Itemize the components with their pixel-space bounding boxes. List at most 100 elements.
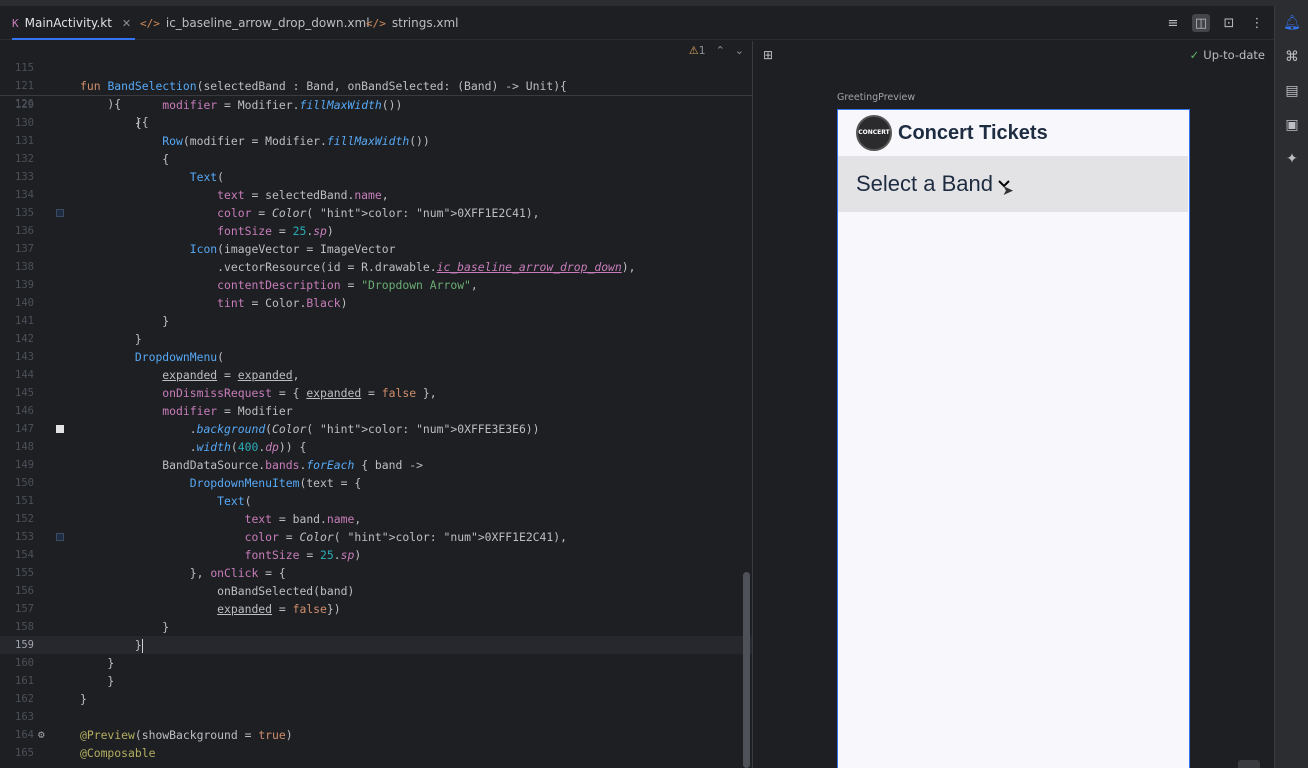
previous-highlight-icon[interactable]: ⌃ [716, 44, 725, 57]
line-number: 161 [15, 675, 34, 687]
code-line: 136 fontSize = 25.sp) [0, 222, 752, 240]
color-swatch-icon[interactable] [56, 209, 64, 217]
line-number: 165 [15, 747, 34, 759]
line-number: 152 [15, 513, 34, 525]
line-number: 159 [15, 639, 34, 651]
code-text: BandDataSource.bands.forEach { band -> [80, 458, 423, 472]
tab-label: strings.xml [391, 16, 459, 30]
code-text: .width(400.dp)) { [80, 440, 307, 454]
preview-device-frame[interactable]: CONCERT Concert Tickets Select a Band ➤ [837, 109, 1190, 768]
code-line: 159 } [0, 636, 752, 654]
code-line: 154 fontSize = 25.sp) [0, 546, 752, 564]
color-swatch-icon[interactable] [56, 425, 64, 433]
code-line: 138 .vectorResource(id = R.drawable.ic_b… [0, 258, 752, 276]
line-number: 134 [15, 189, 34, 201]
tab-label: ic_baseline_arrow_drop_down.xml [165, 16, 370, 30]
code-text: @Composable [80, 746, 156, 760]
code-text: { [80, 152, 170, 166]
notifications-icon[interactable]: 🔔︎ [1275, 6, 1308, 40]
code-text: DropdownMenuItem(text = { [189, 476, 362, 490]
line-number: 138 [15, 261, 34, 273]
more-options-icon[interactable]: ⋮ [1248, 14, 1266, 32]
code-line: 142 } [0, 330, 752, 348]
code-line: 133 Text( [0, 168, 752, 186]
code-editor[interactable]: 115 fun BandSelection(selectedBand : Ban… [0, 41, 752, 768]
gemini-icon[interactable]: ✦ [1275, 142, 1308, 176]
code-text: } [80, 692, 87, 706]
code-line: 151 Text( [0, 492, 752, 510]
code-text: } [80, 332, 142, 346]
code-text: Text( [189, 170, 225, 184]
code-line: 165 @Composable [0, 744, 752, 762]
code-line: 137 Icon(imageVector = ImageVector [0, 240, 752, 258]
line-number: 150 [15, 477, 34, 489]
tab-mainactivity[interactable]: K MainActivity.kt ✕ [12, 6, 136, 40]
code-text: .vectorResource(id = R.drawable.ic_basel… [80, 260, 636, 274]
line-number: 149 [15, 459, 34, 471]
mouse-cursor-icon: ➤ [1002, 183, 1014, 199]
line-number: 137 [15, 243, 34, 255]
preview-zoom-handle[interactable] [1238, 760, 1260, 768]
code-text: onBandSelected(band) [80, 584, 355, 598]
code-text: } [80, 620, 170, 634]
line-number: 143 [15, 351, 34, 363]
line-number: 142 [15, 333, 34, 345]
line-number: 164 [15, 729, 34, 741]
code-line: 156 onBandSelected(band) [0, 582, 752, 600]
warning-count: 1 [698, 44, 706, 57]
warning-icon: ⚠ [688, 44, 699, 57]
color-swatch-icon[interactable] [56, 533, 64, 541]
design-view-icon[interactable]: ⊡ [1220, 14, 1238, 32]
code-line: 148 .width(400.dp)) { [0, 438, 752, 456]
line-number: 158 [15, 621, 34, 633]
code-line: 157 expanded = false}) [0, 600, 752, 618]
split-view-icon[interactable]: ◫ [1192, 14, 1210, 32]
line-number: 155 [15, 567, 34, 579]
code-line: 149 BandDataSource.bands.forEach { band … [0, 456, 752, 474]
code-line: 143 DropdownMenu( [0, 348, 752, 366]
code-line: 135 color = Color( "hint">color: "num">0… [0, 204, 752, 222]
code-line: 150 DropdownMenuItem(text = { [0, 474, 752, 492]
concert-logo: CONCERT [856, 115, 892, 151]
code-text: ){ [80, 97, 122, 111]
line-number: 139 [15, 279, 34, 291]
sticky-scroll-header: 115 fun BandSelection(selectedBand : Ban… [0, 41, 752, 129]
code-text: } [80, 656, 115, 670]
preview-layout-icon[interactable]: ⊞ [763, 48, 773, 62]
code-text: } [80, 314, 170, 328]
code-text: expanded = false}) [217, 602, 341, 616]
code-text: ){ [80, 115, 149, 129]
editor-scrollbar[interactable] [743, 572, 750, 768]
next-highlight-icon[interactable]: ⌄ [735, 44, 744, 57]
gear-icon[interactable]: ⚙ [38, 726, 46, 741]
code-view-icon[interactable]: ≡ [1164, 14, 1182, 32]
code-text: modifier = Modifier [162, 404, 293, 418]
tab-strings[interactable]: </> strings.xml [366, 6, 459, 40]
check-icon: ✓ [1189, 48, 1200, 62]
code-line: 158 } [0, 618, 752, 636]
app-title: Concert Tickets [898, 121, 1048, 144]
band-select-label: Select a Band [856, 171, 993, 196]
line-number: 141 [15, 315, 34, 327]
code-line: 155 }, onClick = { [0, 564, 752, 582]
code-line: 134 text = selectedBand.name, [0, 186, 752, 204]
running-devices-icon[interactable]: ▣ [1275, 108, 1308, 142]
view-mode-toolbar: ≡ ◫ ⊡ ⋮ [1164, 6, 1266, 40]
close-icon[interactable]: ✕ [122, 17, 131, 30]
code-line: 145 onDismissRequest = { expanded = fals… [0, 384, 752, 402]
line-number: 136 [15, 225, 34, 237]
code-line: 162} [0, 690, 752, 708]
tab-ic-baseline-arrow[interactable]: </> ic_baseline_arrow_drop_down.xml [140, 6, 370, 40]
line-number: 151 [15, 495, 34, 507]
code-text: onDismissRequest = { expanded = false }, [162, 386, 437, 400]
line-number: 162 [15, 693, 34, 705]
code-text: tint = Color.Black) [217, 296, 348, 310]
gradle-icon[interactable]: ⌘ [1275, 40, 1308, 74]
device-manager-icon[interactable]: ▤ [1275, 74, 1308, 108]
line-number: 126 [15, 98, 34, 110]
code-text: DropdownMenu( [134, 350, 225, 364]
kotlin-file-icon: K [12, 16, 19, 30]
line-number: 156 [15, 585, 34, 597]
inspection-widget[interactable]: ⚠1 ⌃ ⌄ [689, 44, 744, 57]
right-tool-window-bar: 🔔︎ ⌘ ▤ ▣ ✦ [1274, 6, 1308, 768]
